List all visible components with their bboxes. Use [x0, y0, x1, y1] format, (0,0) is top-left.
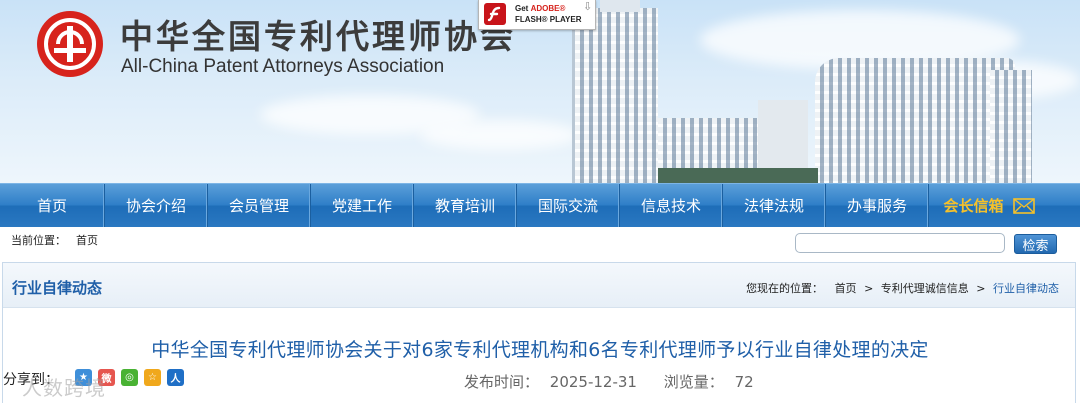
main-nav: 首页 协会介绍 会员管理 党建工作 教育培训 国际交流 信息技术 法律法规 办事…: [0, 183, 1080, 227]
nav-it[interactable]: 信息技术: [620, 184, 723, 227]
flash-get-text: Get ADOBE®: [515, 4, 566, 13]
watermark-text: 人数跨境: [22, 376, 106, 400]
breadcrumb-separator: >: [976, 282, 986, 295]
location-home-link[interactable]: 首页: [76, 232, 98, 248]
nav-party[interactable]: 党建工作: [311, 184, 414, 227]
mail-icon: [1012, 197, 1035, 214]
nav-about[interactable]: 协会介绍: [105, 184, 208, 227]
download-arrow-icon: ⇩: [583, 0, 593, 13]
panel-header: 行业自律动态 您现在的位置： 首页 > 专利代理诚信信息 > 行业自律动态: [3, 263, 1075, 308]
nav-members[interactable]: 会员管理: [208, 184, 311, 227]
views-label: 浏览量：: [663, 373, 724, 391]
nav-president-mailbox-label: 会长信箱: [943, 197, 1004, 215]
flash-product-text: FLASH® PLAYER: [515, 15, 582, 24]
location-label: 当前位置：: [11, 234, 66, 247]
wechat-icon[interactable]: ◎: [121, 369, 138, 386]
renren-icon[interactable]: 人: [167, 369, 184, 386]
association-logo: [37, 11, 103, 77]
building-top: [600, 0, 640, 12]
publish-date: 2025-12-31: [549, 373, 637, 391]
nav-international[interactable]: 国际交流: [517, 184, 620, 227]
favorite-icon[interactable]: ☆: [144, 369, 161, 386]
header-banner: 中华全国专利代理师协会 All-China Patent Attorneys A…: [0, 0, 1080, 183]
article-meta: 发布时间： 2025-12-31 浏览量： 72: [464, 371, 760, 392]
breadcrumb-integrity-info[interactable]: 专利代理诚信信息: [881, 282, 969, 295]
nav-law[interactable]: 法律法规: [723, 184, 826, 227]
content-panel: 行业自律动态 您现在的位置： 首页 > 专利代理诚信信息 > 行业自律动态 中华…: [2, 262, 1076, 403]
side-building: [990, 70, 1032, 183]
breadcrumb: 您现在的位置： 首页 > 专利代理诚信信息 > 行业自律动态: [746, 280, 1059, 296]
org-name-cn: 中华全国专利代理师协会: [120, 17, 516, 56]
get-flash-player-badge[interactable]: Get ADOBE® FLASH® PLAYER ⇩: [478, 0, 596, 30]
breadcrumb-home[interactable]: 首页: [835, 282, 857, 295]
org-name-en: All-China Patent Attorneys Association: [121, 56, 445, 77]
nav-home[interactable]: 首页: [0, 184, 105, 227]
flash-icon: [484, 3, 506, 25]
search-button[interactable]: 检索: [1014, 234, 1057, 254]
breadcrumb-label: 您现在的位置：: [746, 282, 824, 295]
article-title: 中华全国专利代理师协会关于对6家专利代理机构和6名专利代理师予以行业自律处理的决…: [151, 339, 929, 361]
cloud: [420, 120, 580, 150]
tall-building: [572, 8, 658, 183]
trees: [658, 168, 818, 183]
breadcrumb-current[interactable]: 行业自律动态: [993, 282, 1059, 295]
nav-president-mailbox[interactable]: 会长信箱: [929, 184, 1049, 227]
nav-education[interactable]: 教育培训: [414, 184, 517, 227]
hospital-building: [815, 58, 1015, 183]
breadcrumb-separator: >: [864, 282, 874, 295]
search-input[interactable]: [795, 233, 1005, 253]
views-count: 72: [734, 373, 754, 391]
location-bar: 当前位置： 首页 检索: [0, 227, 1080, 261]
nav-services[interactable]: 办事服务: [826, 184, 929, 227]
section-title: 行业自律动态: [12, 279, 103, 297]
publish-label: 发布时间：: [464, 373, 540, 391]
